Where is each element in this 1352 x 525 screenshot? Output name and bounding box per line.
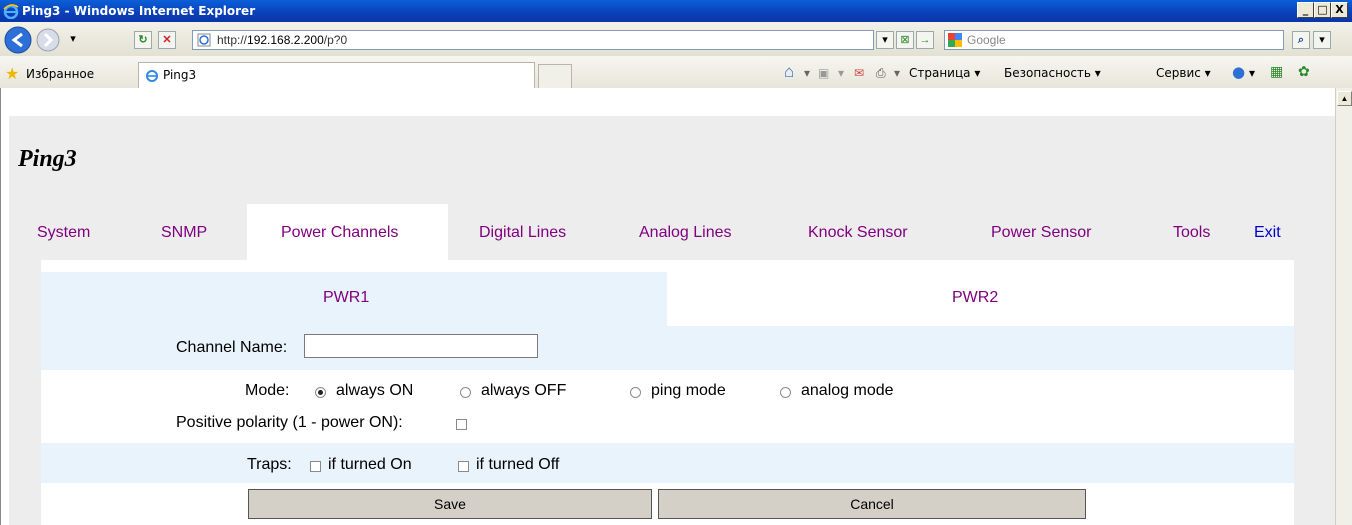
messenger-icon[interactable]: ✿ <box>1298 64 1310 80</box>
tools-menu[interactable]: Сервис ▾ <box>1156 66 1211 80</box>
polarity-checkbox[interactable] <box>456 419 467 430</box>
favorites-button[interactable]: Избранное <box>26 67 94 81</box>
window-title-bar[interactable]: Ping3 - Windows Internet Explorer _ □ X <box>0 0 1352 22</box>
back-button-icon[interactable] <box>4 26 32 54</box>
favorites-star-icon[interactable]: ★ <box>5 64 19 84</box>
cancel-button[interactable]: Cancel <box>658 489 1086 519</box>
feeds-dropdown-icon[interactable]: ▾ <box>838 66 844 80</box>
channel-name-label: Channel Name: <box>176 339 288 356</box>
subtab-pwr1-label: PWR1 <box>323 289 370 306</box>
page-title: Ping3 <box>18 146 77 172</box>
vertical-scrollbar[interactable]: ▲ <box>1335 88 1352 525</box>
nav-knock-sensor[interactable]: Knock Sensor <box>808 224 908 242</box>
close-button[interactable]: X <box>1331 2 1348 18</box>
home-icon[interactable]: ⌂ <box>784 62 794 82</box>
page-icon <box>197 33 211 47</box>
mail-icon[interactable]: ✉ <box>854 66 864 80</box>
trap-on-label: if turned On <box>328 456 412 473</box>
mode-always-off-radio[interactable] <box>460 387 471 398</box>
address-bar[interactable]: http://192.168.2.200/p?0 <box>192 30 874 50</box>
scroll-up-arrow-icon[interactable]: ▲ <box>1337 91 1352 106</box>
search-box[interactable]: Google <box>944 30 1284 50</box>
nav-power-channels[interactable]: Power Channels <box>281 224 398 242</box>
safety-menu[interactable]: Безопасность ▾ <box>1004 66 1101 80</box>
minimize-button[interactable]: _ <box>1297 2 1314 18</box>
trap-off-checkbox[interactable] <box>458 461 469 472</box>
mode-analog-label: analog mode <box>801 382 894 399</box>
page-menu[interactable]: Страница ▾ <box>909 66 980 80</box>
browser-tab[interactable]: Ping3 <box>138 62 535 88</box>
subtab-pwr2-label: PWR2 <box>952 289 999 306</box>
subtab-pwr2[interactable]: PWR2 <box>667 272 1294 326</box>
traps-label: Traps: <box>247 456 292 473</box>
research-icon[interactable]: ▦ <box>1270 64 1283 80</box>
go-arrow-icon[interactable]: → <box>916 31 934 49</box>
help-icon[interactable]: ● <box>1232 63 1245 81</box>
new-tab-button[interactable] <box>538 64 572 88</box>
print-dropdown-icon[interactable]: ▾ <box>894 66 900 80</box>
nav-power-sensor[interactable]: Power Sensor <box>991 224 1092 242</box>
maximize-button[interactable]: □ <box>1314 2 1331 18</box>
forward-button-icon[interactable] <box>36 28 60 52</box>
nav-analog-lines[interactable]: Analog Lines <box>639 224 732 242</box>
nav-snmp[interactable]: SNMP <box>161 224 207 242</box>
nav-system[interactable]: System <box>37 224 90 242</box>
history-dropdown-icon[interactable]: ▾ <box>64 31 82 49</box>
page-frame <box>0 88 9 525</box>
trap-on-checkbox[interactable] <box>310 461 321 472</box>
tab-ie-icon <box>146 70 158 82</box>
trap-off-label: if turned Off <box>476 456 560 473</box>
home-dropdown-icon[interactable]: ▾ <box>804 66 810 80</box>
nav-tools[interactable]: Tools <box>1173 224 1210 242</box>
help-dropdown-icon[interactable]: ▾ <box>1249 66 1255 80</box>
mode-label: Mode: <box>245 382 290 399</box>
mode-always-on-radio[interactable] <box>315 387 326 398</box>
search-placeholder: Google <box>967 33 1006 47</box>
nav-digital-lines[interactable]: Digital Lines <box>479 224 566 242</box>
stop-icon[interactable]: ✕ <box>158 31 176 49</box>
google-icon <box>948 33 962 47</box>
mode-always-off-label: always OFF <box>481 382 567 399</box>
traps-row <box>41 443 1294 483</box>
search-icon[interactable]: ⌕ <box>1292 31 1310 49</box>
address-text: http://192.168.2.200/p?0 <box>217 33 348 47</box>
polarity-label: Positive polarity (1 - power ON): <box>176 414 403 431</box>
tab-title: Ping3 <box>163 68 197 82</box>
feeds-icon[interactable]: ▣ <box>818 66 829 80</box>
ie-logo-icon <box>3 4 19 19</box>
mode-analog-radio[interactable] <box>780 387 791 398</box>
search-options-icon[interactable]: ▾ <box>1313 31 1331 49</box>
subtab-pwr1[interactable]: PWR1 <box>41 272 667 326</box>
mode-always-on-label: always ON <box>336 382 414 399</box>
compat-view-icon[interactable]: ⊠ <box>896 31 914 49</box>
window-title: Ping3 - Windows Internet Explorer <box>22 4 256 18</box>
mode-ping-label: ping mode <box>651 382 726 399</box>
address-dropdown-icon[interactable]: ▾ <box>876 31 894 49</box>
save-button[interactable]: Save <box>248 489 652 519</box>
print-icon[interactable]: ⎙ <box>876 66 886 81</box>
nav-exit[interactable]: Exit <box>1254 224 1281 242</box>
channel-name-input[interactable] <box>304 334 538 358</box>
refresh-icon[interactable]: ↻ <box>134 31 152 49</box>
mode-ping-radio[interactable] <box>630 387 641 398</box>
